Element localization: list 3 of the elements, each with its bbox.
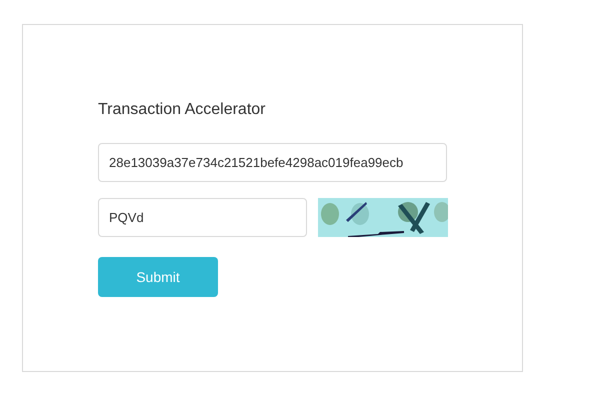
captcha-field[interactable]: PQVd [98, 198, 307, 237]
form-title: Transaction Accelerator [98, 100, 266, 120]
transaction-id-field[interactable]: 28e13039a37e734c21521befe4298ac019fea99ecb [98, 143, 447, 182]
